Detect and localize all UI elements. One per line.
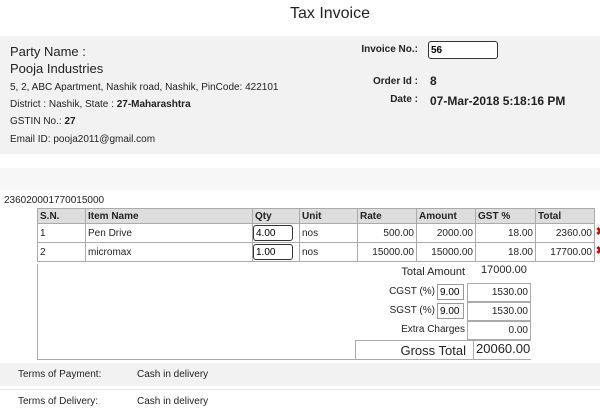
table-row: 2 micromax nos 15000.00 15000.00 18.00 1…: [37, 242, 600, 262]
col-item-name: Item Name: [85, 208, 253, 224]
totals-left-box: [37, 264, 356, 360]
delete-row-icon[interactable]: ✖: [596, 225, 600, 238]
extra-charges-value: 0.00: [467, 321, 531, 340]
page-title: Tax Invoice: [289, 5, 371, 22]
date-label: Date :: [390, 94, 418, 105]
qty-input[interactable]: [253, 225, 293, 241]
total-amount-label: Total Amount: [401, 266, 465, 278]
divider-band: [0, 168, 600, 190]
sgst-percent-input[interactable]: [437, 303, 464, 319]
col-gst: GST %: [475, 208, 536, 224]
items-table: S.N. Item Name Qty Unit Rate Amount GST …: [37, 208, 600, 262]
party-gstin: GSTIN No.: 27: [10, 116, 76, 127]
col-sn: S.N.: [37, 208, 86, 224]
gross-total-value: 20060.00: [473, 341, 531, 359]
cgst-percent-input[interactable]: [437, 284, 464, 300]
row-gst: 18.00: [475, 223, 536, 243]
row-total: 2360.00 ✖: [535, 223, 600, 243]
invoice-number-input[interactable]: [428, 41, 498, 59]
order-id: 8: [430, 74, 437, 88]
table-header-row: S.N. Item Name Qty Unit Rate Amount GST …: [37, 208, 595, 224]
col-qty: Qty: [252, 208, 300, 224]
terms-delivery-row: Terms of Delivery: Cash in delivery: [0, 389, 600, 413]
row-gst: 18.00: [475, 242, 536, 262]
col-unit: Unit: [299, 208, 358, 224]
extra-charges-row: Extra Charges 0.00: [355, 321, 531, 340]
invoice-code: 236020001770015000: [4, 195, 105, 206]
party-email: Email ID: pooja2011@gmail.com: [10, 134, 156, 145]
delete-row-icon[interactable]: ✖: [596, 244, 600, 257]
col-total: Total: [535, 208, 595, 224]
terms-delivery-label: Terms of Delivery:: [18, 396, 99, 407]
row-total-value: 2360.00: [555, 227, 592, 239]
row-rate: 500.00: [357, 223, 417, 243]
party-name-label: Party Name :: [10, 44, 86, 59]
district-text: District : Nashik, State :: [10, 99, 117, 110]
row-item-name: micromax: [85, 242, 253, 262]
invoice-number-label: Invoice No.:: [361, 44, 418, 55]
sgst-value: 1530.00: [467, 302, 531, 321]
row-total-value: 17700.00: [550, 246, 592, 258]
row-unit: nos: [299, 242, 358, 262]
row-sn: 1: [37, 223, 86, 243]
row-unit: nos: [299, 223, 358, 243]
party-district: District : Nashik, State : 27-Maharashtr…: [10, 99, 191, 110]
cgst-row: CGST (%) 1530.00: [355, 283, 531, 302]
extra-charges-label: Extra Charges: [401, 324, 465, 335]
total-amount-row: Total Amount 17000.00: [355, 264, 531, 282]
row-qty-cell: [252, 242, 300, 262]
party-name: Pooja Industries: [10, 61, 104, 76]
terms-delivery-value: Cash in delivery: [137, 396, 209, 407]
col-rate: Rate: [357, 208, 417, 224]
row-rate: 15000.00: [357, 242, 417, 262]
qty-input[interactable]: [253, 244, 293, 260]
gstin-label: GSTIN No.:: [10, 116, 65, 127]
table-row: 1 Pen Drive nos 500.00 2000.00 18.00 236…: [37, 223, 600, 243]
row-total: 17700.00 ✖: [535, 242, 600, 262]
party-address: 5, 2, ABC Apartment, Nashik road, Nashik…: [10, 82, 279, 93]
gross-total-label: Gross Total: [400, 343, 466, 358]
sgst-row: SGST (%) 1530.00: [355, 302, 531, 321]
row-amount: 15000.00: [416, 242, 476, 262]
party-panel: Party Name : Pooja Industries 5, 2, ABC …: [0, 36, 600, 154]
gross-total-row: Gross Total 20060.00: [355, 340, 531, 360]
terms-payment-row: Terms of Payment: Cash in delivery: [0, 363, 600, 386]
cgst-label: CGST (%): [389, 286, 435, 297]
sgst-label: SGST (%): [389, 305, 435, 316]
invoice-date: 07-Mar-2018 5:18:16 PM: [430, 94, 566, 108]
party-state: 27-Maharashtra: [116, 99, 191, 110]
gstin-value: 27: [64, 116, 76, 127]
row-item-name: Pen Drive: [85, 223, 253, 243]
cgst-value: 1530.00: [467, 283, 531, 302]
row-qty-cell: [252, 223, 300, 243]
row-sn: 2: [37, 242, 86, 262]
order-id-label: Order Id :: [372, 76, 418, 87]
terms-payment-label: Terms of Payment:: [18, 369, 102, 380]
total-amount-value: 17000.00: [473, 264, 531, 281]
row-amount: 2000.00: [416, 223, 476, 243]
col-amount: Amount: [416, 208, 476, 224]
terms-payment-value: Cash in delivery: [137, 369, 209, 380]
